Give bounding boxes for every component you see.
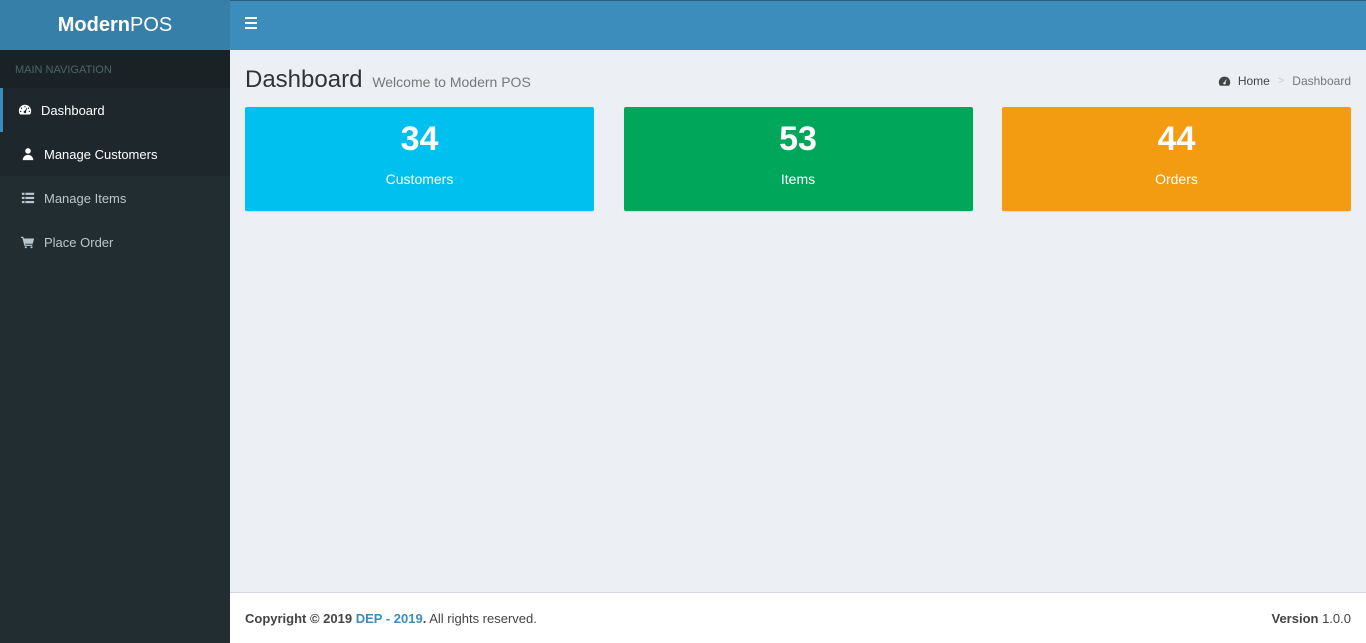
sidebar-item-manage-customers[interactable]: Manage Customers — [0, 132, 230, 176]
sidebar-item-label: Manage Items — [44, 190, 127, 206]
sidebar-item-label: Dashboard — [41, 102, 105, 118]
cart-icon — [21, 235, 35, 249]
stat-boxes: 34 Customers 53 Items 44 Orders — [245, 107, 1351, 211]
top-navbar — [230, 0, 1366, 50]
stat-value: 44 — [1157, 120, 1196, 158]
footer-copyright: Copyright © 2019 DEP - 2019. All rights … — [245, 610, 537, 626]
stat-box-customers[interactable]: 34 Customers — [245, 107, 594, 211]
dashboard-icon — [1218, 76, 1231, 86]
version-value: 1.0.0 — [1318, 610, 1351, 626]
sidebar-header: MAIN NAVIGATION — [0, 50, 230, 88]
stat-value: 34 — [400, 120, 439, 158]
breadcrumb: Home > Dashboard — [1218, 74, 1351, 88]
sidebar-item-dashboard[interactable]: Dashboard — [0, 88, 230, 132]
navbar-top-border — [230, 0, 1366, 1]
sidebar-item-label: Place Order — [44, 234, 114, 250]
sidebar-item-manage-items[interactable]: Manage Items — [0, 176, 230, 220]
breadcrumb-separator: > — [1277, 75, 1285, 87]
sidebar-item-place-order[interactable]: Place Order — [0, 220, 230, 264]
copyright-prefix: Copyright © 2019 — [245, 610, 356, 626]
version-label: Version — [1271, 610, 1319, 626]
stat-box-orders[interactable]: 44 Orders — [1002, 107, 1351, 211]
footer: Copyright © 2019 DEP - 2019. All rights … — [230, 592, 1366, 643]
stat-label: Items — [780, 171, 816, 187]
page-title: Dashboard — [245, 66, 363, 93]
user-icon — [21, 147, 35, 161]
stat-value: 53 — [779, 120, 817, 158]
stat-box-items[interactable]: 53 Items — [623, 107, 973, 211]
copyright-suffix: All rights reserved. — [426, 610, 537, 626]
copyright-link[interactable]: DEP - 2019 — [356, 611, 423, 626]
sidebar-item-label: Manage Customers — [44, 146, 158, 162]
app-logo[interactable]: Modern POS — [0, 0, 230, 50]
breadcrumb-home-link[interactable]: Home — [1218, 74, 1270, 88]
stat-label: Customers — [385, 171, 454, 187]
logo-bold: Modern — [57, 13, 130, 36]
page-subtitle: Welcome to Modern POS — [372, 74, 531, 90]
stat-label: Orders — [1155, 171, 1198, 187]
dashboard-icon — [18, 103, 32, 117]
sidebar: MAIN NAVIGATION Dashboard Manage Custome… — [0, 50, 230, 643]
footer-version: Version 1.0.0 — [1272, 611, 1352, 626]
sidebar-toggle-icon[interactable] — [243, 17, 259, 33]
list-icon — [21, 191, 35, 205]
logo-light: POS — [129, 13, 173, 36]
breadcrumb-current: Dashboard — [1292, 74, 1351, 88]
content-header: Dashboard Welcome to Modern POS Home > D… — [245, 66, 1351, 96]
breadcrumb-home-label: Home — [1237, 74, 1270, 88]
